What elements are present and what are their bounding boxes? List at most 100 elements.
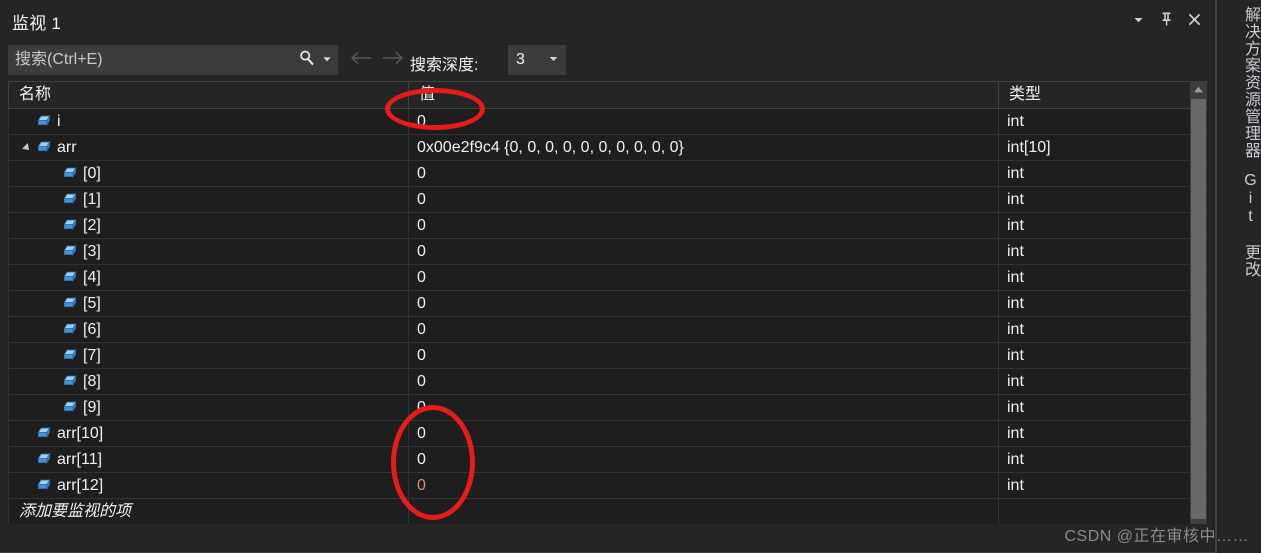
watch-grid-body: i 0 int arr 0x00e2f9c4 {0, 0, 0, 0, 0, 0, 0,… bbox=[8, 109, 1208, 499]
add-watch-placeholder[interactable]: 添加要监视的项 bbox=[8, 499, 408, 524]
watermark-text: CSDN @正在审核中…… bbox=[1064, 528, 1249, 545]
row-name-cell[interactable]: [3] bbox=[8, 239, 408, 264]
sidebar-item-git-changes[interactable]: Git 更改 bbox=[1217, 172, 1261, 278]
tree-expander-placeholder bbox=[45, 395, 61, 420]
row-name-label: arr[10] bbox=[57, 425, 104, 442]
row-type-cell: int bbox=[998, 239, 1198, 264]
row-type-cell: int bbox=[998, 161, 1198, 186]
table-row[interactable]: [2] 0 int bbox=[8, 213, 1208, 239]
table-row[interactable]: arr 0x00e2f9c4 {0, 0, 0, 0, 0, 0, 0, 0, 0… bbox=[8, 135, 1208, 161]
row-value-cell[interactable]: 0 bbox=[408, 369, 998, 394]
variable-icon bbox=[61, 395, 79, 420]
tree-expander-placeholder bbox=[45, 161, 61, 186]
table-row[interactable]: [4] 0 int bbox=[8, 265, 1208, 291]
row-name-cell[interactable]: [4] bbox=[8, 265, 408, 290]
arrow-right-icon bbox=[381, 50, 405, 71]
row-value-cell[interactable]: 0 bbox=[408, 447, 998, 472]
tool-window-titlebar: 监视 1 bbox=[0, 0, 1215, 40]
table-row[interactable]: [9] 0 int bbox=[8, 395, 1208, 421]
grid-vertical-scrollbar[interactable] bbox=[1190, 81, 1207, 524]
search-options-dropdown[interactable] bbox=[320, 46, 337, 74]
table-row[interactable]: [3] 0 int bbox=[8, 239, 1208, 265]
table-row[interactable]: [8] 0 int bbox=[8, 369, 1208, 395]
row-name-cell[interactable]: [2] bbox=[8, 213, 408, 238]
row-name-label: [9] bbox=[83, 399, 101, 416]
row-name-cell[interactable]: [5] bbox=[8, 291, 408, 316]
column-header-value[interactable]: 值 bbox=[408, 82, 998, 108]
row-name-cell[interactable]: [7] bbox=[8, 343, 408, 368]
row-value-cell[interactable]: 0 bbox=[408, 343, 998, 368]
sidebar-item-solution-explorer[interactable]: 解决方案资源管理器 bbox=[1217, 6, 1261, 159]
tree-expander-placeholder bbox=[45, 239, 61, 264]
row-value-cell[interactable]: 0 bbox=[408, 317, 998, 342]
tree-expander-icon[interactable] bbox=[19, 135, 35, 160]
table-row[interactable]: [6] 0 int bbox=[8, 317, 1208, 343]
variable-icon bbox=[61, 265, 79, 290]
row-name-cell[interactable]: arr[10] bbox=[8, 421, 408, 446]
row-value-cell[interactable]: 0 bbox=[408, 187, 998, 212]
right-dock-tab-strip: 解决方案资源管理器 Git 更改 bbox=[1216, 0, 1261, 553]
row-value-cell[interactable]: 0 bbox=[408, 395, 998, 420]
table-row[interactable]: arr[11] 0 int bbox=[8, 447, 1208, 473]
row-type-cell: int bbox=[998, 473, 1198, 498]
search-box[interactable] bbox=[8, 45, 338, 75]
search-input[interactable] bbox=[9, 46, 294, 74]
table-row[interactable]: [1] 0 int bbox=[8, 187, 1208, 213]
watch-tool-window: 监视 1 搜索(Ctrl+E) 搜索深度: 3 名称 值 类型 i 0 int … bbox=[0, 0, 1216, 553]
row-name-label: [7] bbox=[83, 347, 101, 364]
row-value-cell[interactable]: 0 bbox=[408, 109, 998, 134]
window-close-button[interactable] bbox=[1180, 6, 1208, 32]
table-row[interactable]: i 0 int bbox=[8, 109, 1208, 135]
tree-expander-placeholder bbox=[45, 265, 61, 290]
triangle-up-icon bbox=[1193, 81, 1204, 99]
tree-expander-placeholder bbox=[45, 187, 61, 212]
row-name-cell[interactable]: i bbox=[8, 109, 408, 134]
search-depth-dropdown-arrow[interactable] bbox=[544, 51, 566, 69]
row-value-cell[interactable]: 0 bbox=[408, 265, 998, 290]
search-next-button[interactable] bbox=[380, 47, 406, 73]
row-name-cell[interactable]: arr[12] bbox=[8, 473, 408, 498]
column-header-type[interactable]: 类型 bbox=[998, 82, 1198, 108]
row-value-cell[interactable]: 0 bbox=[408, 291, 998, 316]
variable-icon bbox=[35, 447, 53, 472]
variable-icon bbox=[61, 187, 79, 212]
add-watch-value-cell[interactable] bbox=[408, 499, 998, 524]
variable-icon bbox=[61, 291, 79, 316]
row-value-cell[interactable]: 0 bbox=[408, 161, 998, 186]
row-name-cell[interactable]: arr[11] bbox=[8, 447, 408, 472]
table-row[interactable]: arr[10] 0 int bbox=[8, 421, 1208, 447]
table-row[interactable]: [0] 0 int bbox=[8, 161, 1208, 187]
row-name-cell[interactable]: [9] bbox=[8, 395, 408, 420]
row-name-cell[interactable]: [1] bbox=[8, 187, 408, 212]
watch-grid: 名称 值 类型 i 0 int arr 0x00e2f9c4 {0, 0, 0, 0, … bbox=[8, 81, 1208, 524]
row-value-cell[interactable]: 0 bbox=[408, 421, 998, 446]
window-dropdown-button[interactable] bbox=[1124, 6, 1152, 32]
close-icon bbox=[1187, 12, 1202, 27]
variable-icon bbox=[35, 421, 53, 446]
variable-icon bbox=[61, 343, 79, 368]
table-row[interactable]: [5] 0 int bbox=[8, 291, 1208, 317]
row-value-cell[interactable]: 0x00e2f9c4 {0, 0, 0, 0, 0, 0, 0, 0, 0, 0… bbox=[408, 135, 998, 160]
watch-toolbar: 搜索深度: 3 bbox=[0, 40, 1215, 81]
search-previous-button[interactable] bbox=[348, 47, 374, 73]
watch-window-screenshot: 监视 1 搜索(Ctrl+E) 搜索深度: 3 名称 值 类型 i 0 int … bbox=[0, 0, 1261, 553]
row-name-label: [6] bbox=[83, 321, 101, 338]
row-name-cell[interactable]: [8] bbox=[8, 369, 408, 394]
search-button[interactable] bbox=[294, 46, 320, 74]
scrollbar-up-button[interactable] bbox=[1190, 81, 1207, 98]
table-row[interactable]: arr[12] 0 int bbox=[8, 473, 1208, 499]
row-value-cell[interactable]: 0 bbox=[408, 213, 998, 238]
add-watch-row[interactable]: 添加要监视的项 bbox=[8, 499, 1208, 524]
column-header-name[interactable]: 名称 bbox=[8, 82, 408, 108]
search-depth-combobox[interactable]: 3 bbox=[508, 45, 566, 75]
scrollbar-thumb[interactable] bbox=[1191, 99, 1206, 519]
row-value-cell[interactable]: 0 bbox=[408, 473, 998, 498]
row-name-cell[interactable]: arr bbox=[8, 135, 408, 160]
add-watch-type-cell[interactable] bbox=[998, 499, 1198, 524]
row-name-cell[interactable]: [0] bbox=[8, 161, 408, 186]
row-name-cell[interactable]: [6] bbox=[8, 317, 408, 342]
row-value-cell[interactable]: 0 bbox=[408, 239, 998, 264]
window-pin-button[interactable] bbox=[1152, 6, 1180, 32]
variable-icon bbox=[35, 109, 53, 134]
table-row[interactable]: [7] 0 int bbox=[8, 343, 1208, 369]
